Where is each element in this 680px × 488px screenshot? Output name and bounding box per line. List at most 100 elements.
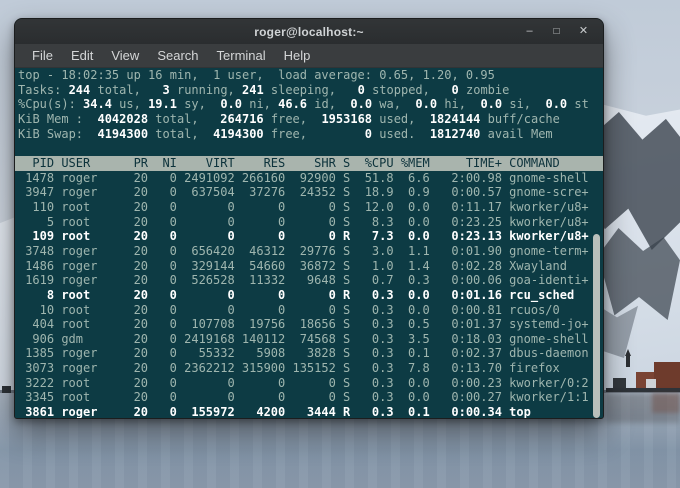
process-pid: 3861 (18, 405, 54, 419)
window-titlebar[interactable]: roger@localhost:~ – □ ✕ (15, 19, 603, 44)
process-ni: 0 (148, 376, 177, 391)
process-time: 0:00.23 (430, 376, 502, 391)
process-pr: 20 (119, 200, 148, 215)
process-pr: 20 (119, 376, 148, 391)
process-time: 0:00.34 (430, 405, 502, 419)
process-shr: 0 (285, 376, 336, 391)
summary-text: free, (264, 127, 315, 141)
process-cpu: 0.3 (350, 376, 393, 391)
summary-text: sleeping, (264, 83, 358, 97)
wallpaper-church-tower (626, 355, 630, 367)
process-pid: 3345 (18, 390, 54, 405)
process-s: S (336, 361, 350, 376)
process-s: S (336, 390, 350, 405)
process-cmd: kworker/1:1 (509, 390, 603, 405)
scrollbar-track[interactable] (590, 68, 603, 419)
column-header-ni: NI (148, 156, 177, 171)
summary-text: total, (148, 112, 206, 126)
process-time: 0:00.57 (430, 185, 502, 200)
process-cpu: 0.3 (350, 317, 393, 332)
process-pr: 20 (119, 171, 148, 186)
summary-text: si, (502, 97, 538, 111)
process-ni: 0 (148, 361, 177, 376)
summary-value: 3 (163, 83, 170, 97)
process-time: 2:00.98 (430, 171, 502, 186)
process-res: 0 (235, 229, 286, 244)
process-user: root (61, 200, 119, 215)
summary-line: KiB Mem : 4042028 total, 264716 free, 19… (15, 112, 603, 127)
summary-text: wa, (372, 97, 408, 111)
menu-item-search[interactable]: Search (148, 44, 207, 67)
summary-value: 1953168 (314, 112, 372, 126)
process-virt: 0 (177, 390, 235, 405)
column-header-cpu: %CPU (350, 156, 393, 171)
process-res: 19756 (235, 317, 286, 332)
summary-text: hi, (437, 97, 473, 111)
process-row: 3861roger20015597242003444R0.30.10:00.34… (15, 405, 603, 419)
process-shr: 74568 (285, 332, 336, 347)
process-time: 0:18.03 (430, 332, 502, 347)
process-mem: 0.1 (394, 346, 430, 361)
menu-item-help[interactable]: Help (275, 44, 320, 67)
summary-line: %Cpu(s): 34.4 us, 19.1 sy, 0.0 ni, 46.6 … (15, 97, 603, 112)
column-header-s: S (336, 156, 350, 171)
summary-text: sy, (177, 97, 213, 111)
process-s: S (336, 332, 350, 347)
process-row: 3947roger2006375043727624352S18.90.90:00… (15, 185, 603, 200)
summary-value: 0.0 (408, 97, 437, 111)
summary-text: stopped, (365, 83, 452, 97)
process-time: 0:01.37 (430, 317, 502, 332)
summary-text: id, (307, 97, 343, 111)
process-pr: 20 (119, 317, 148, 332)
process-virt: 0 (177, 200, 235, 215)
process-cmd: gnome-shell (509, 171, 603, 186)
menu-item-view[interactable]: View (102, 44, 148, 67)
process-ni: 0 (148, 244, 177, 259)
summary-value: 34.4 (83, 97, 112, 111)
process-shr: 0 (285, 303, 336, 318)
summary-value: 0.0 (473, 97, 502, 111)
process-virt: 55332 (177, 346, 235, 361)
process-ni: 0 (148, 273, 177, 288)
process-mem: 7.8 (394, 361, 430, 376)
process-pr: 20 (119, 185, 148, 200)
process-cpu: 0.7 (350, 273, 393, 288)
process-row: 1486roger2003291445466036872S1.01.40:02.… (15, 259, 603, 274)
process-row: 3073roger2002362212315900135152S0.37.80:… (15, 361, 603, 376)
process-time: 0:00.06 (430, 273, 502, 288)
close-button[interactable]: ✕ (570, 19, 597, 44)
minimize-button[interactable]: – (516, 19, 543, 44)
process-ni: 0 (148, 390, 177, 405)
process-pid: 3748 (18, 244, 54, 259)
blank-line (15, 141, 603, 156)
process-time: 0:02.28 (430, 259, 502, 274)
menu-item-edit[interactable]: Edit (62, 44, 102, 67)
process-cmd: firefox (509, 361, 603, 376)
process-ni: 0 (148, 332, 177, 347)
terminal-screen[interactable]: top - 18:02:35 up 16 min, 1 user, load a… (15, 68, 603, 419)
process-ni: 0 (148, 405, 177, 419)
process-ni: 0 (148, 229, 177, 244)
process-time: 0:01.90 (430, 244, 502, 259)
summary-text: ni, (242, 97, 278, 111)
scrollbar-thumb[interactable] (593, 234, 600, 418)
process-time: 0:01.16 (430, 288, 502, 303)
process-res: 0 (235, 200, 286, 215)
process-shr: 36872 (285, 259, 336, 274)
process-shr: 18656 (285, 317, 336, 332)
process-cmd: rcu_sched (509, 288, 603, 303)
process-res: 315900 (235, 361, 286, 376)
process-mem: 0.5 (394, 317, 430, 332)
summary-value: 46.6 (278, 97, 307, 111)
process-s: R (336, 288, 350, 303)
maximize-button[interactable]: □ (543, 19, 570, 44)
terminal-output: top - 18:02:35 up 16 min, 1 user, load a… (15, 68, 603, 419)
process-user: roger (61, 405, 119, 419)
process-virt: 0 (177, 229, 235, 244)
menu-item-terminal[interactable]: Terminal (208, 44, 275, 67)
menubar: File Edit View Search Terminal Help (15, 44, 603, 68)
menu-item-file[interactable]: File (23, 44, 62, 67)
process-cpu: 8.3 (350, 215, 393, 230)
process-pid: 110 (18, 200, 54, 215)
process-cmd: rcuos/0 (509, 303, 603, 318)
